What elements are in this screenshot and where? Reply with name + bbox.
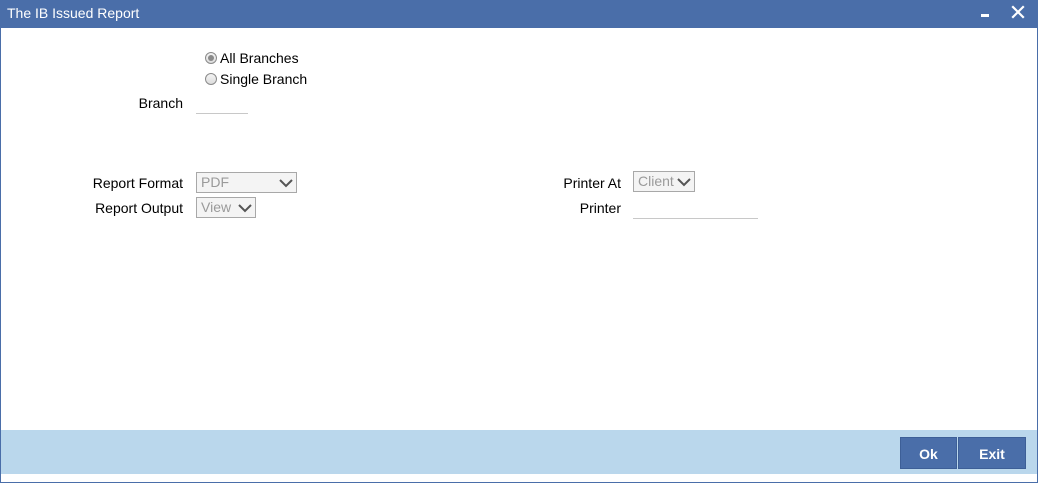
all-branches-radio[interactable] [205, 52, 217, 64]
title-bar: The IB Issued Report [1, 1, 1037, 28]
all-branches-radio-option[interactable]: All Branches [205, 49, 299, 67]
report-format-select[interactable]: PDF [196, 172, 297, 193]
single-branch-label: Single Branch [220, 71, 308, 87]
report-output-select[interactable]: View [196, 197, 256, 218]
footer-bar: Ok Exit [1, 430, 1037, 474]
close-icon [1011, 5, 1025, 19]
branch-label: Branch [138, 95, 183, 111]
single-branch-radio[interactable] [205, 73, 217, 85]
exit-button[interactable]: Exit [958, 437, 1026, 469]
close-button[interactable] [1007, 2, 1029, 24]
printer-at-value: Client [638, 173, 674, 189]
report-format-label: Report Format [92, 175, 183, 191]
report-output-value: View [201, 199, 232, 215]
printer-label: Printer [579, 200, 621, 216]
minimize-icon [981, 14, 989, 17]
branch-input[interactable] [196, 96, 248, 114]
report-window: The IB Issued Report All Branches Single… [0, 0, 1038, 483]
printer-at-label: Printer At [563, 175, 621, 191]
report-format-value: PDF [201, 174, 229, 190]
window-title: The IB Issued Report [7, 5, 140, 21]
all-branches-label: All Branches [220, 50, 299, 66]
single-branch-radio-option[interactable]: Single Branch [205, 70, 307, 88]
printer-at-select[interactable]: Client [633, 171, 695, 192]
chevron-down-icon [238, 204, 252, 213]
report-output-label: Report Output [95, 200, 183, 216]
chevron-down-icon [279, 179, 293, 188]
chevron-down-icon [677, 178, 691, 187]
ok-button[interactable]: Ok [900, 437, 957, 469]
minimize-button[interactable] [975, 2, 997, 24]
printer-input[interactable] [633, 201, 758, 219]
